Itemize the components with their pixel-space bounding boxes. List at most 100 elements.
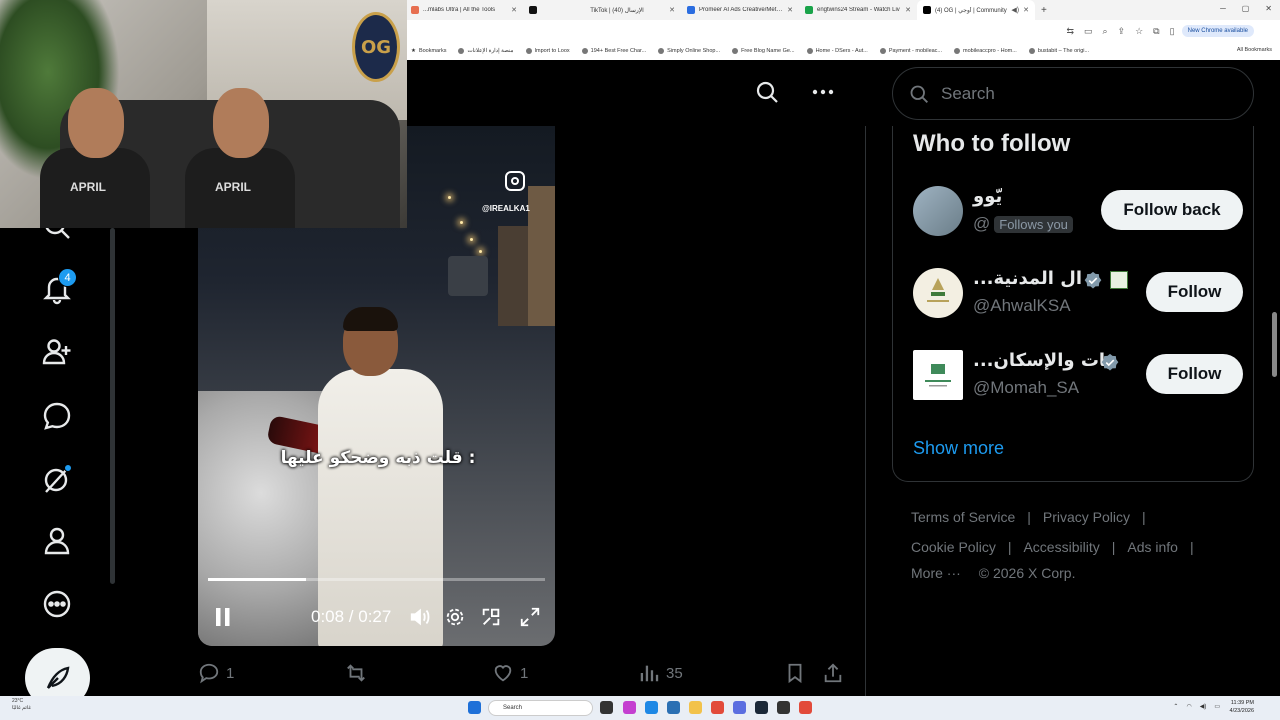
translate-icon[interactable]: ⇆ — [1066, 26, 1074, 37]
browser-tab[interactable]: engtwins24 Stream - Watch Liv ✕ — [799, 0, 917, 20]
minimize-icon[interactable]: ─ — [1220, 4, 1226, 13]
search-input[interactable]: Search — [892, 67, 1254, 120]
bookmark-item[interactable]: ★ Bookmarks — [411, 48, 446, 54]
ahwal-logo-icon — [927, 278, 949, 302]
close-icon[interactable]: ✕ — [669, 6, 675, 14]
ads-info-link[interactable]: Ads info — [1127, 539, 1178, 555]
close-window-icon[interactable]: ✕ — [1265, 4, 1272, 13]
browser-tab-active[interactable]: (4) OG | أوجي | Community ◀) ✕ — [917, 0, 1035, 20]
follow-suggestion[interactable]: ...يات والإسكان @Momah_SA Follow — [913, 350, 1243, 406]
more-options-icon[interactable] — [811, 80, 835, 109]
accessibility-link[interactable]: Accessibility — [1023, 539, 1099, 555]
more-menu-icon[interactable] — [41, 588, 73, 620]
user-name[interactable]: ...ال المدنية — [973, 268, 1082, 289]
all-bookmarks-button[interactable]: All Bookmarks — [1237, 47, 1272, 53]
bookmark-icon — [788, 663, 802, 684]
bookmark-item[interactable]: منصة إدارة الإعلانات — [458, 48, 514, 54]
avatar[interactable] — [913, 268, 963, 318]
battery-icon[interactable]: ▭ — [1214, 703, 1220, 710]
wifi-icon[interactable]: ◠ — [1186, 703, 1191, 710]
obs-icon[interactable] — [777, 701, 790, 714]
close-icon[interactable]: ✕ — [787, 6, 793, 14]
close-icon[interactable]: ✕ — [905, 6, 911, 14]
browser-tab[interactable]: Promeer AI Ads Creative/Meta A ✕ — [681, 0, 799, 20]
taskbar-clock[interactable]: 11:39 PM 4/23/2026 — [1230, 699, 1254, 715]
star-icon[interactable]: ☆ — [1135, 26, 1143, 37]
toolbar-icons: ⇆ ▭ ⌕ ⇪ ☆ ⧉ ▯ ● — [1066, 26, 1190, 37]
tab-strip: ...mlabs Ultra | All the Tools ✕ TikTok |… — [405, 0, 1280, 20]
bookmark-button[interactable] — [784, 662, 806, 684]
terms-link[interactable]: Terms of Service — [911, 509, 1015, 525]
extensions-icon[interactable]: ⧉ — [1153, 26, 1159, 37]
follow-icon[interactable] — [41, 336, 73, 368]
fullscreen-icon[interactable] — [519, 606, 541, 633]
search-icon[interactable] — [755, 80, 779, 109]
close-icon[interactable]: ✕ — [1023, 6, 1029, 14]
copilot-icon[interactable] — [623, 701, 636, 714]
follow-suggestion[interactable]: يّوو @ Follows you Follow back — [913, 186, 1243, 242]
window-controls: ─ ▢ ✕ — [1220, 4, 1272, 13]
windows-start-icon[interactable] — [468, 701, 481, 714]
user-name[interactable]: ...يات والإسكان — [973, 350, 1112, 371]
views-button[interactable]: 35 — [638, 662, 683, 684]
chevron-up-icon[interactable]: ⌃ — [1173, 703, 1178, 710]
file-explorer-icon[interactable] — [689, 701, 702, 714]
scrollbar[interactable] — [110, 228, 115, 584]
user-name[interactable]: يّوو — [973, 186, 1002, 207]
video-progress-bar[interactable] — [208, 578, 545, 581]
settings-icon[interactable] — [444, 606, 466, 633]
weather-widget[interactable]: 23°C غائم غالبًا — [12, 698, 31, 712]
bookmark-item[interactable]: 194+ Best Free Char... — [581, 48, 646, 54]
repost-button[interactable] — [345, 662, 367, 684]
bookmark-item[interactable]: Free Blog Name Ge... — [732, 48, 795, 54]
close-icon[interactable]: ✕ — [511, 6, 517, 14]
bookmark-item[interactable]: Simply Online Shop... — [658, 48, 720, 54]
picture-in-picture-icon[interactable] — [480, 606, 502, 633]
bookmark-item[interactable]: Home - DSers - Aut... — [806, 48, 868, 54]
chrome-icon[interactable] — [799, 701, 812, 714]
sidebar-icon[interactable]: ▯ — [1170, 26, 1175, 37]
edge-icon[interactable] — [645, 701, 658, 714]
browser-tab[interactable]: TikTok | الإرسال (40) ✕ — [563, 0, 681, 20]
show-more-link[interactable]: Show more — [913, 438, 1004, 459]
more-link[interactable]: More ··· — [911, 565, 961, 581]
profile-icon[interactable] — [41, 525, 73, 557]
follow-suggestion[interactable]: ...ال المدنية @AhwalKSA Follow — [913, 268, 1243, 324]
follow-button[interactable]: Follow — [1146, 272, 1243, 312]
new-tab-button[interactable]: + — [1035, 5, 1053, 16]
bookmark-item[interactable]: mobileaccpro - Hom... — [954, 48, 1017, 54]
store-icon[interactable] — [667, 701, 680, 714]
volume-icon[interactable]: ◀) — [1200, 703, 1207, 710]
bookmark-item[interactable]: Payment - mobileac... — [879, 48, 942, 54]
scrollbar[interactable] — [1272, 312, 1277, 377]
task-view-icon[interactable] — [600, 701, 613, 714]
messages-icon[interactable] — [41, 400, 73, 432]
steam-icon[interactable] — [755, 701, 768, 714]
volume-icon[interactable] — [409, 606, 431, 633]
grok-icon[interactable] — [41, 463, 73, 495]
like-button[interactable]: 1 — [492, 662, 528, 684]
bookmark-item[interactable]: bustabit – The origi... — [1028, 48, 1089, 54]
star-icon: ★ — [411, 48, 416, 54]
reply-button[interactable]: 1 — [198, 662, 234, 684]
pause-icon[interactable] — [214, 606, 232, 633]
taskbar-search[interactable]: Search — [488, 700, 593, 716]
zoom-icon[interactable]: ⌕ — [1103, 26, 1108, 37]
cookie-link[interactable]: Cookie Policy — [911, 539, 996, 555]
share-icon[interactable]: ⇪ — [1118, 26, 1126, 37]
follow-button[interactable]: Follow — [1146, 354, 1243, 394]
footer-row: Terms of Service | Privacy Policy | — [911, 509, 1146, 525]
privacy-link[interactable]: Privacy Policy — [1043, 509, 1130, 525]
avatar[interactable] — [913, 350, 963, 400]
new-chrome-available-button[interactable]: New Chrome available — [1181, 25, 1254, 37]
chrome-icon[interactable] — [711, 701, 724, 714]
maximize-icon[interactable]: ▢ — [1242, 4, 1250, 13]
share-button[interactable] — [822, 662, 844, 684]
cast-icon[interactable]: ▭ — [1084, 26, 1093, 37]
avatar[interactable] — [913, 186, 963, 236]
follow-back-button[interactable]: Follow back — [1101, 190, 1243, 230]
browser-tab[interactable] — [523, 0, 563, 20]
bookmark-item[interactable]: Import to Loox — [525, 48, 570, 54]
discord-icon[interactable] — [733, 701, 746, 714]
browser-tab[interactable]: ...mlabs Ultra | All the Tools ✕ — [405, 0, 523, 20]
